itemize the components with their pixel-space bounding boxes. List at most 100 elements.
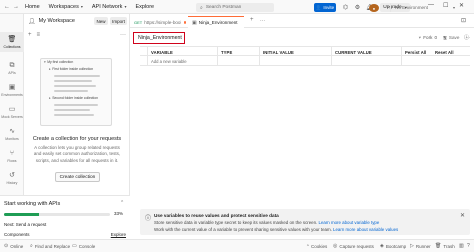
- environment-name[interactable]: Ninja_Environment: [133, 32, 185, 44]
- environment-quick-look-icon[interactable]: ⊡: [461, 17, 466, 24]
- user-icon: 👤︎: [28, 18, 36, 25]
- rail-label: History: [6, 180, 18, 185]
- satellite-icon[interactable]: ⌬: [341, 3, 350, 12]
- illustration-line: [54, 109, 90, 111]
- environment-actions: ⑂ Fork 0 🖫︎ Save ···: [360, 33, 470, 42]
- plus-icon[interactable]: +: [28, 32, 32, 38]
- illustration-folder2-label: Second folder inside collection: [52, 96, 99, 100]
- empty-state-description: A collection lets you group related requ…: [33, 145, 121, 163]
- filter-icon[interactable]: ≡: [37, 32, 41, 38]
- tab-environment[interactable]: ▣ Ninja_Environment: [188, 16, 244, 28]
- apis-icon: ⧉: [9, 61, 15, 69]
- tab-bar: GET https://simple-books-a ▣ Ninja_Envir…: [130, 14, 474, 28]
- save-button[interactable]: 🖫︎ Save: [443, 34, 459, 42]
- help-button[interactable]: ?: [467, 243, 470, 249]
- bootcamp-button[interactable]: ◈ Bootcamp: [380, 243, 406, 249]
- rail-item-mock-servers[interactable]: ▭ Mock Servers: [0, 102, 24, 122]
- more-icon[interactable]: ···: [260, 18, 265, 24]
- chevron-down-icon: ▾: [44, 60, 46, 64]
- find-replace-button[interactable]: ⌕ Find and Replace: [30, 243, 70, 249]
- avatar[interactable]: ●: [369, 4, 379, 12]
- start-panel-title: Start working with APIs: [4, 201, 61, 207]
- workspace-name[interactable]: My Workspace: [39, 18, 75, 24]
- environment-icon: ▣: [192, 19, 197, 26]
- environment-selector-label: No Environment: [395, 5, 428, 10]
- rail-item-monitors[interactable]: ∿ Monitors: [0, 124, 24, 144]
- help-icon: ?: [467, 243, 470, 249]
- info-icon[interactable]: ⓘ: [464, 34, 469, 41]
- capture-icon: ◎: [333, 243, 338, 249]
- new-button[interactable]: New: [94, 17, 108, 25]
- fork-count: 0: [434, 35, 437, 40]
- online-status[interactable]: ⊙ Online: [4, 243, 23, 249]
- illustration-line: [54, 85, 96, 87]
- environment-selector[interactable]: No Environment ▾: [390, 3, 458, 12]
- close-icon[interactable]: ✕: [460, 212, 465, 219]
- capture-label: Capture requests: [339, 243, 374, 249]
- back-arrow-icon[interactable]: ←: [4, 4, 10, 10]
- tab-request-label: https://simple-books-a: [144, 19, 181, 25]
- trash-button[interactable]: 🗑︎ Trash: [435, 243, 455, 249]
- gear-icon[interactable]: ⚙: [353, 3, 362, 12]
- close-icon[interactable]: ✕: [459, 2, 464, 9]
- rail-item-history[interactable]: ↺ History: [0, 168, 24, 188]
- collections-icon: 🗑︎: [7, 35, 17, 43]
- illustration-folder2: ▸ Second folder inside collection: [49, 96, 98, 100]
- folder-icon: ▸: [49, 67, 51, 71]
- banner-line-2-text: Work with the current value of a variabl…: [154, 227, 334, 232]
- fork-label: Fork: [423, 35, 433, 40]
- import-button[interactable]: Import: [110, 17, 127, 25]
- banner-title: Use variables to reuse values and protec…: [154, 213, 279, 218]
- rail-label: APIs: [8, 70, 16, 75]
- console-button[interactable]: ▭ Console: [72, 243, 95, 249]
- tab-request[interactable]: GET https://simple-books-a: [130, 16, 186, 28]
- next-step-text: Next: Send a request: [4, 222, 47, 227]
- nav-workspaces[interactable]: Workspaces ▾: [49, 4, 83, 10]
- illustration-folder1-label: First folder inside collection: [52, 67, 94, 71]
- illustration-folder1: ▸ First folder inside collection: [49, 67, 93, 71]
- nav-home[interactable]: Home: [25, 4, 40, 10]
- rail-item-collections[interactable]: 🗑︎ Collections: [0, 32, 24, 52]
- rail-label: Flows: [7, 158, 17, 163]
- find-replace-label: Find and Replace: [34, 243, 71, 249]
- trash-icon: 🗑︎: [435, 243, 442, 249]
- forward-arrow-icon[interactable]: →: [13, 4, 19, 10]
- illustration-line: [54, 104, 98, 106]
- search-input[interactable]: ⌕ Search Postman: [196, 3, 274, 12]
- learn-more-variable-values-link[interactable]: Learn more about variable values: [333, 227, 398, 232]
- table-row: Add a new variable: [140, 56, 470, 66]
- new-variable-input[interactable]: Add a new variable: [148, 56, 218, 66]
- type-cell[interactable]: [218, 56, 260, 66]
- layout-toggle[interactable]: ▥: [459, 243, 464, 249]
- nav-api-network[interactable]: API Network ▾: [92, 4, 127, 10]
- rail-item-flows[interactable]: ⑂ Flows: [0, 146, 24, 166]
- illustration-line: [54, 75, 100, 77]
- explore-link[interactable]: Explore: [111, 232, 126, 237]
- folder-icon: ▸: [49, 96, 51, 100]
- create-collection-button[interactable]: Create collection: [55, 172, 100, 182]
- new-tab-plus-icon[interactable]: +: [250, 17, 254, 23]
- more-icon[interactable]: ···: [120, 32, 126, 38]
- rail-item-apis[interactable]: ⧉ APIs: [0, 58, 24, 78]
- chevron-up-icon[interactable]: ⌃: [120, 200, 124, 206]
- learn-more-variable-type-link[interactable]: Learn more about variable type: [319, 220, 380, 225]
- current-value-cell[interactable]: [332, 56, 402, 66]
- progress-fill: [4, 213, 39, 216]
- chevron-down-icon: ▾: [80, 4, 83, 9]
- capture-requests-button[interactable]: ◎ Capture requests: [333, 243, 374, 249]
- runner-label: Runner: [415, 243, 431, 249]
- banner-line-2: Work with the current value of a variabl…: [154, 227, 398, 232]
- runner-button[interactable]: ▷ Runner: [410, 243, 431, 249]
- trash-label: Trash: [443, 243, 455, 249]
- nav-explore[interactable]: Explore: [135, 4, 154, 10]
- rail-item-environments[interactable]: ▣ Environments: [0, 80, 24, 100]
- initial-value-cell[interactable]: [260, 56, 332, 66]
- fork-button[interactable]: ⑂ Fork 0: [418, 35, 437, 40]
- cookies-button[interactable]: ◔ Cookies: [306, 243, 327, 249]
- unsaved-dot-icon: [183, 20, 186, 24]
- banner-line-1-text: Store sensitive data in variable type se…: [154, 220, 319, 225]
- info-icon: ⓘ: [145, 216, 152, 222]
- monitors-icon: ∿: [9, 127, 15, 135]
- invite-button[interactable]: 👤 Invite: [314, 3, 336, 12]
- save-icon: 🖫︎: [443, 34, 447, 40]
